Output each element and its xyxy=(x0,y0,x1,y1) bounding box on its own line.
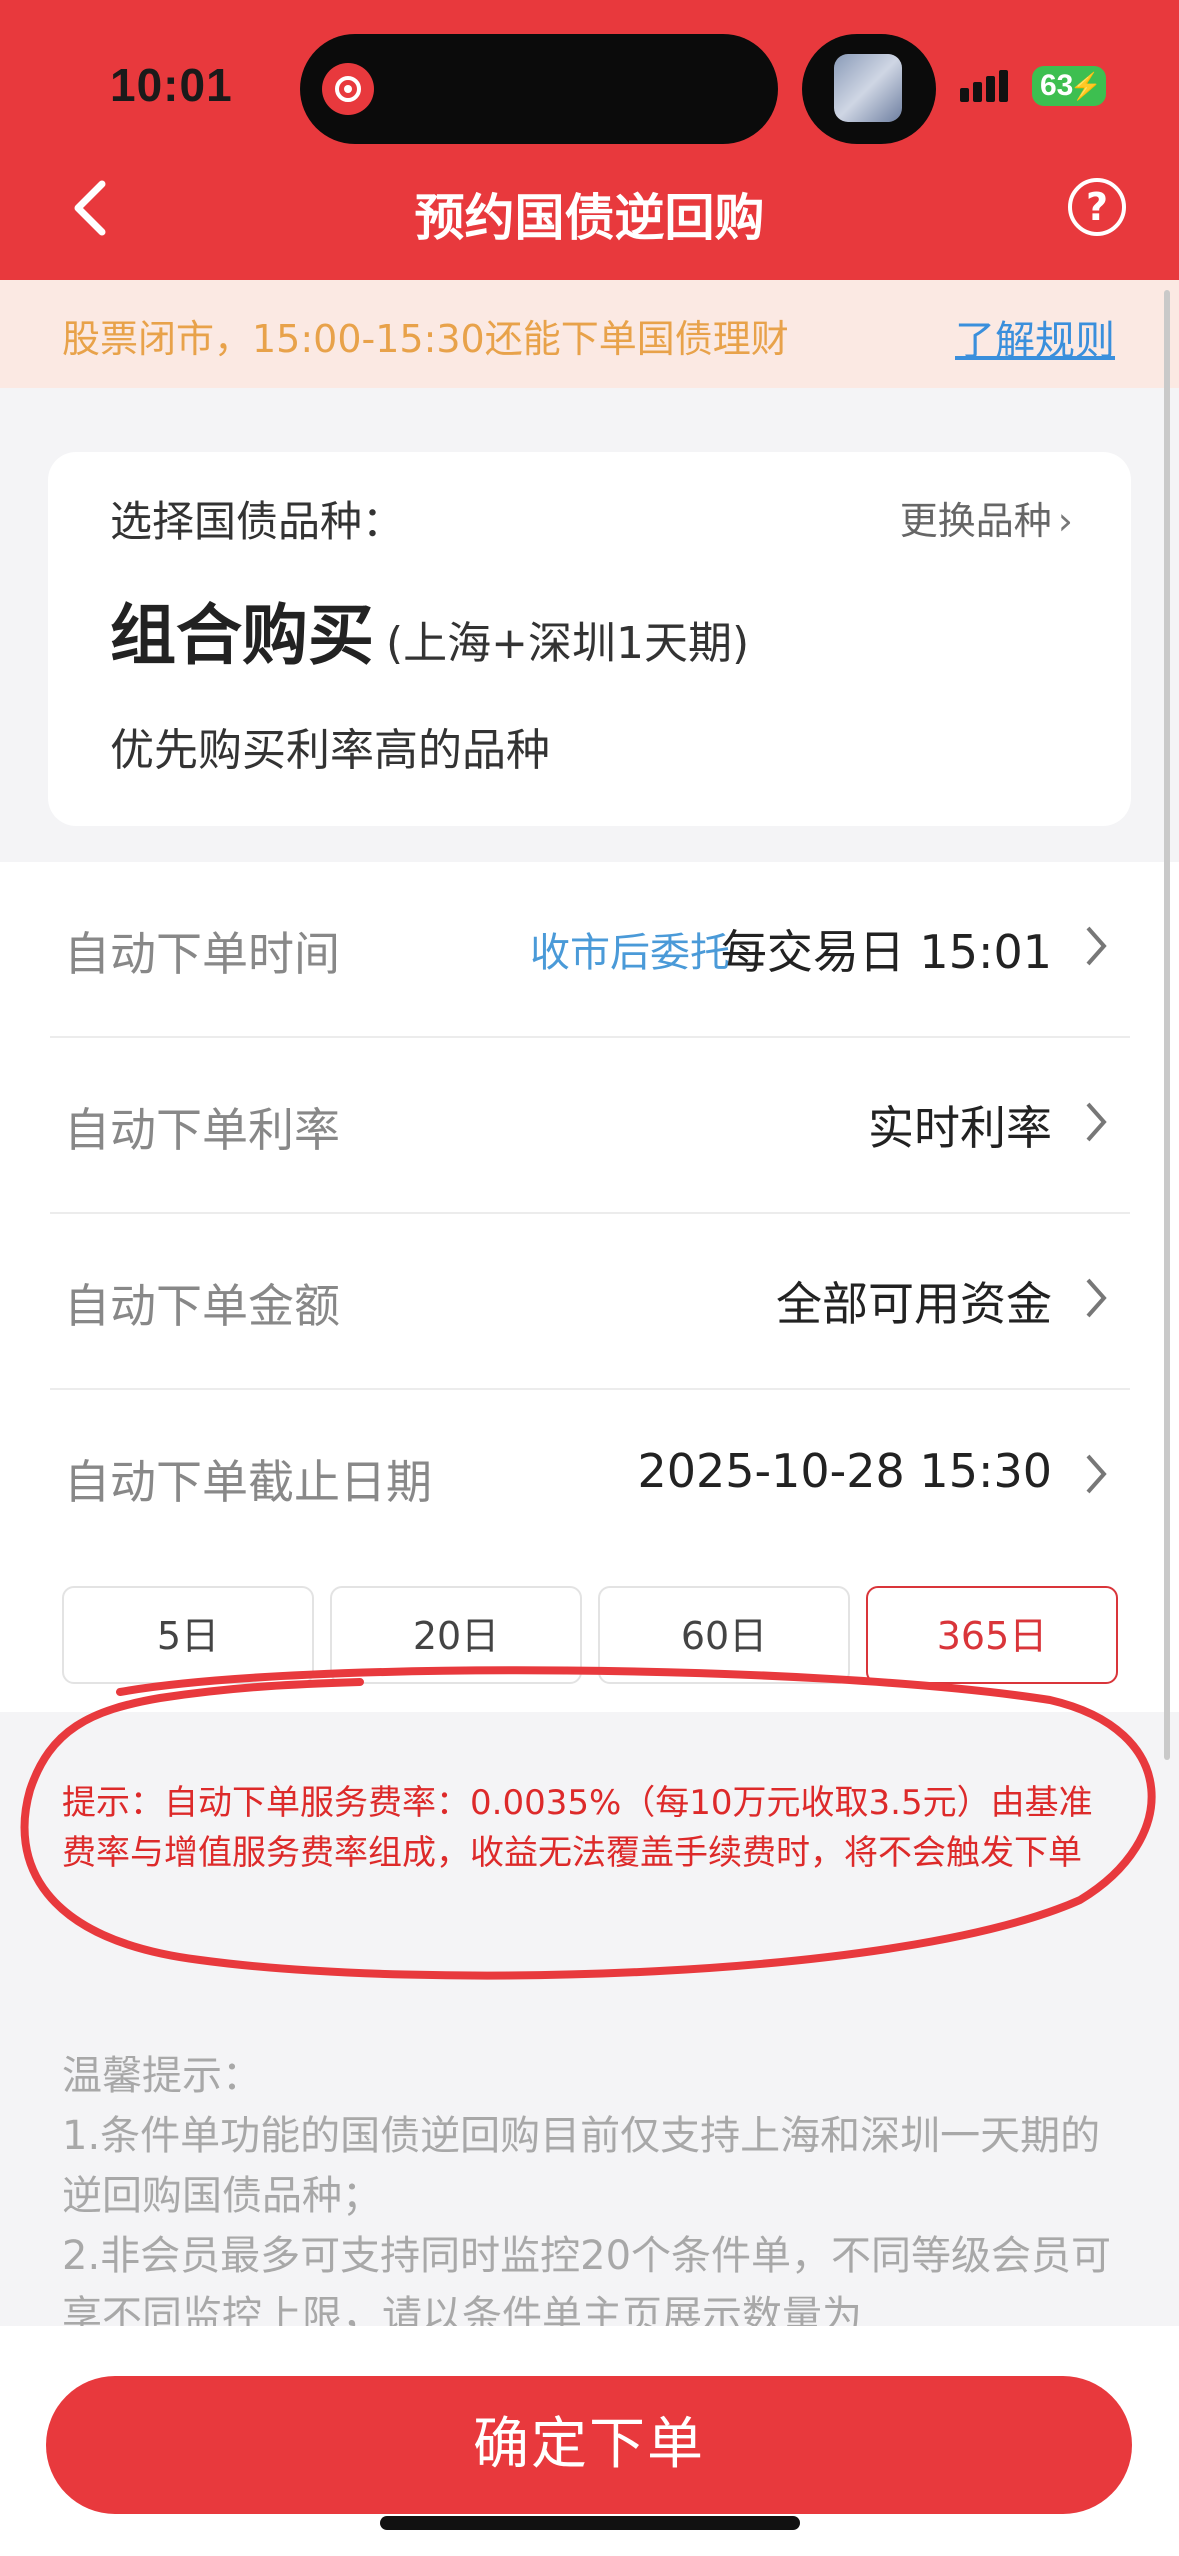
row-value: 2025-10-28 15:30 xyxy=(637,1444,1052,1498)
product-card: 选择国债品种： 更换品种 › 组合购买 (上海+深圳1天期) 优先购买利率高的品种 xyxy=(48,452,1131,826)
row-order-deadline[interactable]: 自动下单截止日期 2025-10-28 15:30 xyxy=(50,1390,1130,1566)
help-icon[interactable]: ? xyxy=(1068,178,1126,236)
status-time: 10:01 xyxy=(110,59,233,111)
product-name-sub: (上海+深圳1天期) xyxy=(386,618,750,669)
row-label: 自动下单截止日期 xyxy=(64,1455,432,1509)
product-desc: 优先购买利率高的品种 xyxy=(110,725,550,776)
battery-level: 63 xyxy=(1040,69,1074,102)
chevron-right-icon xyxy=(1086,1102,1107,1142)
home-indicator[interactable] xyxy=(380,2516,800,2530)
notice-bar: 股票闭市，15:00-15:30还能下单国债理财 了解规则 xyxy=(0,280,1179,388)
scroll-indicator[interactable] xyxy=(1164,290,1170,1760)
live-activity xyxy=(802,34,936,144)
row-label: 自动下单利率 xyxy=(64,1103,340,1157)
battery-icon: 63 ⚡ xyxy=(1032,66,1106,106)
product-label: 选择国债品种： xyxy=(110,497,405,546)
rules-link[interactable]: 了解规则 xyxy=(955,308,1115,366)
row-label: 自动下单金额 xyxy=(64,1279,340,1333)
row-label: 自动下单时间 xyxy=(64,927,340,981)
warm-item-1: 1.条件单功能的国债逆回购目前仅支持上海和深圳一天期的逆回购国债品种； xyxy=(62,2113,1101,2219)
product-name-main: 组合购买 xyxy=(110,597,374,674)
product-name: 组合购买 (上海+深圳1天期) xyxy=(110,582,749,678)
dynamic-island xyxy=(300,34,778,144)
row-order-amount[interactable]: 自动下单金额 全部可用资金 xyxy=(50,1214,1130,1390)
row-order-time[interactable]: 自动下单时间 收市后委托 每交易日 15:01 xyxy=(50,862,1130,1038)
change-product-label: 更换品种 xyxy=(899,499,1052,543)
chevron-right-icon xyxy=(1086,1278,1107,1318)
media-thumbnail-icon xyxy=(834,54,902,122)
change-product-button[interactable]: 更换品种 › xyxy=(900,490,1073,545)
annotation-circle xyxy=(20,1666,1156,1980)
order-settings: 自动下单时间 收市后委托 每交易日 15:01 自动下单利率 实时利率 自动下单… xyxy=(0,862,1179,1712)
chevron-right-icon: › xyxy=(1057,499,1073,543)
row-value: 全部可用资金 xyxy=(776,1277,1052,1331)
row-value: 实时利率 xyxy=(868,1101,1052,1155)
warm-title: 温馨提示： xyxy=(62,2053,262,2099)
cellular-signal-icon xyxy=(960,70,1012,102)
row-value: 每交易日 15:01 xyxy=(720,925,1052,979)
confirm-order-button[interactable]: 确定下单 xyxy=(46,2376,1132,2514)
chevron-right-icon xyxy=(1086,926,1107,966)
chevron-right-icon xyxy=(1086,1454,1107,1494)
row-order-rate[interactable]: 自动下单利率 实时利率 xyxy=(50,1038,1130,1214)
notice-text: 股票闭市，15:00-15:30还能下单国债理财 xyxy=(62,317,789,361)
row-hint: 收市后委托 xyxy=(530,930,730,976)
app-header: 10:01 63 ⚡ 预约国债逆回购 ? xyxy=(0,0,1179,280)
music-app-icon xyxy=(322,63,374,115)
page-title: 预约国债逆回购 xyxy=(414,189,765,247)
warm-reminder: 温馨提示： 1.条件单功能的国债逆回购目前仅支持上海和深圳一天期的逆回购国债品种… xyxy=(62,2046,1122,2346)
